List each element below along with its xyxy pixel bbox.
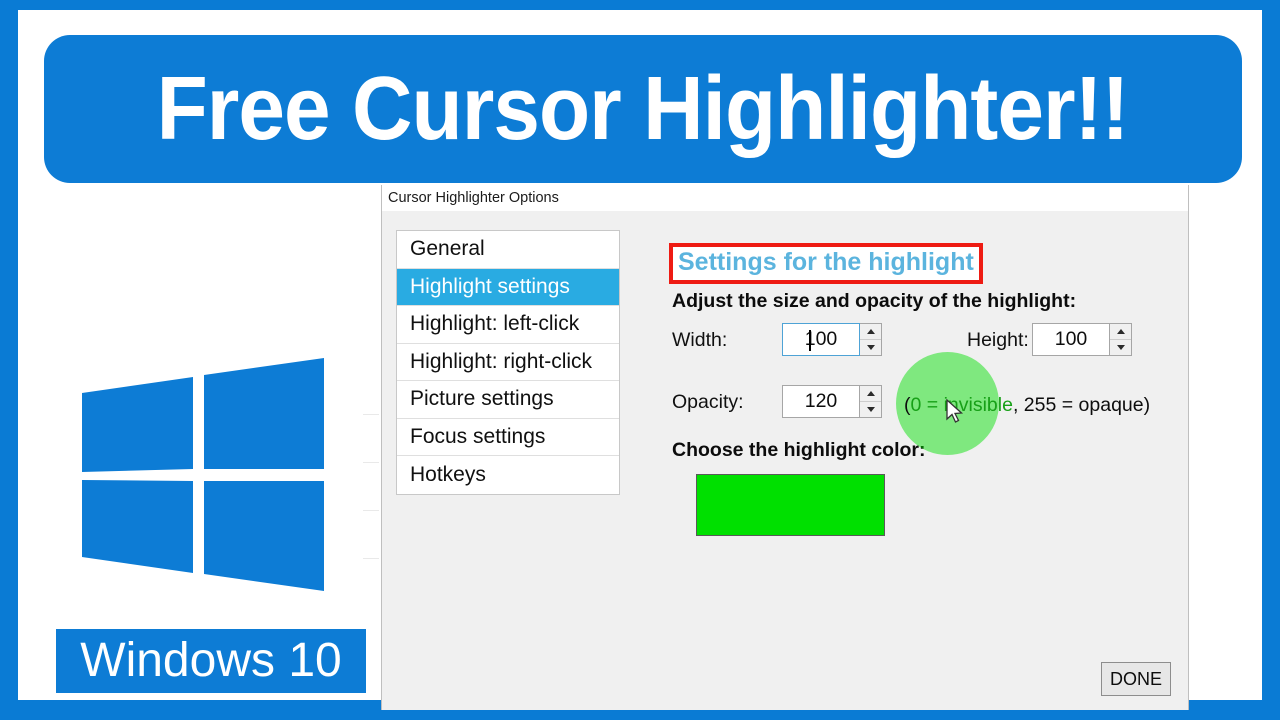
sidebar-item-highlight-right-click[interactable]: Highlight: right-click [397,343,619,381]
mouse-cursor-icon [946,399,964,423]
arrow-down-icon [866,407,875,412]
color-section-label: Choose the highlight color: [672,439,926,461]
opacity-spinner[interactable] [860,385,882,418]
width-spinner-up[interactable] [860,324,881,340]
width-spinner-down[interactable] [860,340,881,355]
height-input[interactable]: 100 [1032,323,1110,356]
arrow-up-icon [866,391,875,396]
sidebar-item-highlight-left-click[interactable]: Highlight: left-click [397,306,619,344]
height-spinner-down[interactable] [1110,340,1131,355]
heading-annotation-box: Settings for the highlight [669,243,983,284]
sidebar-item-hotkeys[interactable]: Hotkeys [397,456,619,494]
windows-logo-svg [82,358,324,591]
dialog-title-text: Cursor Highlighter Options [388,190,559,206]
dialog-body: General Highlight settings Highlight: le… [382,211,1188,710]
background-window-edge [363,558,379,559]
done-button-label: DONE [1109,668,1162,689]
banner-title: Free Cursor Highlighter!! [157,59,1130,159]
opacity-label: Opacity: [672,391,744,413]
page-title: Settings for the highlight [678,248,974,276]
arrow-down-icon [1116,345,1125,350]
height-value: 100 [1054,328,1088,350]
sidebar-item-label: Picture settings [410,387,554,411]
arrow-down-icon [866,345,875,350]
opacity-spinner-down[interactable] [860,402,881,417]
width-input[interactable]: 100 [782,323,860,356]
hint-suffix: , 255 = opaque) [1012,394,1151,416]
cursor-highlighter-dialog: Cursor Highlighter Options General Highl… [381,185,1189,710]
highlight-color-swatch[interactable] [696,474,885,536]
page-canvas: Free Cursor Highlighter!! Windows 10 Cur… [18,10,1262,710]
sidebar-item-label: General [410,237,485,261]
opacity-spinner-up[interactable] [860,386,881,402]
height-spinner-up[interactable] [1110,324,1131,340]
section-subtitle: Adjust the size and opacity of the highl… [672,290,1077,312]
height-label: Height: [967,329,1029,351]
sidebar-item-picture-settings[interactable]: Picture settings [397,381,619,419]
sidebar-item-label: Highlight: left-click [410,312,580,336]
height-stepper[interactable]: 100 [1032,323,1132,356]
sidebar-item-label: Hotkeys [410,462,486,486]
windows-version-label: Windows 10 [56,629,366,693]
sidebar-item-highlight-settings[interactable]: Highlight settings [397,268,619,306]
width-stepper[interactable]: 100 [782,323,882,356]
arrow-up-icon [866,329,875,334]
done-button[interactable]: DONE [1101,662,1171,696]
opacity-value: 120 [804,390,838,412]
settings-category-list[interactable]: General Highlight settings Highlight: le… [396,230,620,495]
background-window-edge [363,462,379,463]
dialog-titlebar[interactable]: Cursor Highlighter Options [382,185,1188,211]
width-spinner[interactable] [860,323,882,356]
sidebar-item-label: Highlight: right-click [410,349,593,373]
opacity-stepper[interactable]: 120 [782,385,882,418]
settings-pane: Settings for the highlight Adjust the si… [634,211,1188,710]
height-spinner[interactable] [1110,323,1132,356]
sidebar-item-label: Focus settings [410,424,546,448]
text-caret [809,330,811,351]
windows-logo [80,350,326,598]
background-window-edge [363,510,379,511]
sidebar-item-focus-settings[interactable]: Focus settings [397,418,619,456]
sidebar-item-label: Highlight settings [410,274,570,298]
opacity-input[interactable]: 120 [782,385,860,418]
promo-banner: Free Cursor Highlighter!! [44,35,1242,183]
windows-version-text: Windows 10 [80,634,342,687]
opacity-hint: (0 = invisible, 255 = opaque) [904,394,1150,417]
width-label: Width: [672,329,728,351]
arrow-up-icon [1116,329,1125,334]
sidebar-item-general[interactable]: General [397,231,619,269]
outer-blue-frame: Free Cursor Highlighter!! Windows 10 Cur… [0,0,1280,720]
background-window-edge [363,414,379,415]
